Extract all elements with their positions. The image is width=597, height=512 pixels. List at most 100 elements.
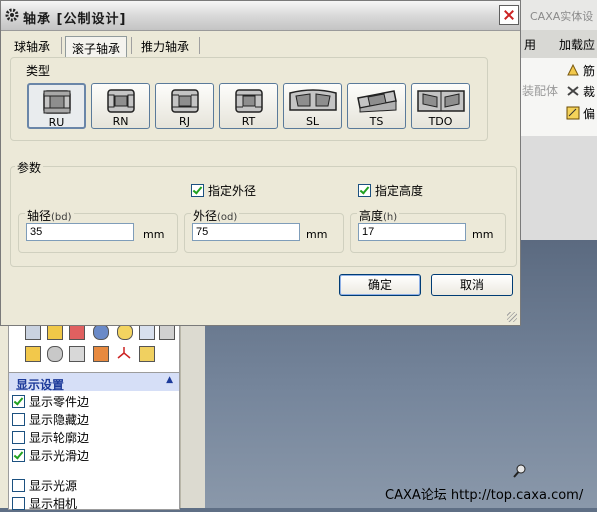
menu-item-load-app[interactable]: 加载应: [559, 36, 595, 53]
axes-icon[interactable]: [117, 346, 131, 360]
ok-button[interactable]: 确定: [339, 274, 421, 296]
color-icon[interactable]: [69, 324, 85, 340]
ribbon-rib-label: 筋: [583, 64, 596, 78]
dialog-title: 轴承 [公制设计]: [23, 12, 127, 27]
option-checkbox[interactable]: [12, 395, 25, 408]
params-group-label: 参数: [15, 159, 44, 176]
checkbox[interactable]: [358, 184, 371, 197]
option-show-silhouette-edges[interactable]: 显示轮廓边: [12, 429, 89, 445]
display-settings-panel: 显示设置 ▲ 显示零件边 显示隐藏边 显示轮廓边 显示光滑边 显示光源 显示相机: [8, 372, 180, 511]
type-ru-button[interactable]: RU: [27, 83, 86, 129]
cancel-button[interactable]: 取消: [431, 274, 513, 296]
checkbox[interactable]: [191, 184, 204, 197]
option-checkbox[interactable]: [12, 449, 25, 462]
option-show-camera[interactable]: 显示相机: [12, 495, 77, 511]
light-icon[interactable]: [117, 324, 133, 340]
forum-watermark: CAXA论坛 http://top.caxa.com/: [385, 488, 584, 503]
link-icon[interactable]: [47, 346, 63, 362]
type-label: RJ: [179, 115, 190, 128]
ribbon-trim-button[interactable]: 裁: [566, 83, 595, 100]
tree-icon[interactable]: [93, 346, 109, 362]
resize-grip[interactable]: [507, 312, 517, 322]
option-checkbox[interactable]: [12, 413, 25, 426]
specify-outer-checkbox[interactable]: 指定外径: [191, 182, 256, 199]
offset-icon: [566, 106, 580, 120]
bore-tag: (bd): [51, 212, 72, 223]
box-icon[interactable]: [25, 346, 41, 362]
option-show-hidden-edges[interactable]: 显示隐藏边: [12, 411, 89, 427]
option-label: 显示光源: [29, 479, 78, 493]
app-menu-bar: 用 加载应: [512, 30, 597, 58]
type-label: RN: [112, 115, 129, 128]
height-tag: (h): [383, 212, 398, 223]
outer-label-text: 外径: [193, 209, 218, 223]
list-icon[interactable]: [25, 324, 41, 340]
option-label: 显示零件边: [29, 395, 90, 409]
option-show-smooth-edges[interactable]: 显示光滑边: [12, 447, 89, 463]
bearing-ru-icon: [42, 90, 71, 114]
type-sl-button[interactable]: SL: [283, 83, 342, 129]
bore-unit: mm: [143, 228, 165, 241]
part-icon[interactable]: [47, 324, 63, 340]
checkbox-label: 指定外径: [208, 184, 257, 198]
type-label: RU: [48, 116, 65, 129]
sphere-icon[interactable]: [93, 324, 109, 340]
table-icon[interactable]: [69, 346, 85, 362]
option-checkbox[interactable]: [12, 479, 25, 492]
ribbon-offset-button[interactable]: 偏: [566, 105, 595, 122]
ribbon-offset-label: 偏: [583, 107, 596, 121]
tab-ball-bearing[interactable]: 球轴承: [8, 35, 56, 55]
type-ts-button[interactable]: TS: [347, 83, 406, 129]
bore-diameter-input[interactable]: [26, 223, 134, 241]
bearing-rn-icon: [106, 89, 135, 113]
view-icon[interactable]: [139, 324, 155, 340]
display-settings-header[interactable]: 显示设置 ▲: [9, 373, 179, 392]
type-label: TDO: [428, 115, 453, 128]
option-label: 显示相机: [29, 497, 78, 511]
outer-tag: (od): [217, 212, 238, 223]
type-rt-button[interactable]: RT: [219, 83, 278, 129]
type-label: SL: [305, 115, 320, 128]
bore-label: 轴径(bd): [25, 207, 74, 224]
option-checkbox[interactable]: [12, 497, 25, 510]
option-show-part-edges[interactable]: 显示零件边: [12, 393, 89, 409]
ribbon-rib-button[interactable]: 筋: [566, 62, 595, 79]
collapse-icon[interactable]: ▲: [166, 375, 173, 385]
grid-icon[interactable]: [159, 324, 175, 340]
ribbon-trim-label: 裁: [583, 85, 596, 99]
outer-diameter-input[interactable]: [192, 223, 300, 241]
option-label: 显示隐藏边: [29, 413, 90, 427]
ribbon-assembly-label: 装配体: [522, 84, 559, 98]
option-show-light[interactable]: 显示光源: [12, 477, 77, 493]
option-label: 显示光滑边: [29, 449, 90, 463]
type-rj-button[interactable]: RJ: [155, 83, 214, 129]
tab-roller-bearing[interactable]: 滚子轴承: [65, 36, 128, 58]
bearing-rj-icon: [170, 89, 199, 113]
panel-splitter[interactable]: [180, 320, 205, 508]
tab-thrust-bearing[interactable]: 推力轴承: [135, 35, 195, 55]
option-label: 显示轮廓边: [29, 431, 90, 445]
bore-label-text: 轴径: [27, 209, 52, 223]
height-label-text: 高度: [359, 209, 384, 223]
tab-separator: [131, 37, 132, 54]
outer-unit: mm: [306, 228, 328, 241]
type-group-label: 类型: [24, 62, 53, 79]
bearing-tdo-icon: [416, 90, 465, 112]
display-settings-title: 显示设置: [16, 378, 65, 392]
outer-label: 外径(od): [191, 207, 240, 224]
height-label: 高度(h): [357, 207, 400, 224]
menu-item-fragment[interactable]: 用: [524, 36, 536, 53]
app-empty-area: [512, 136, 597, 240]
tab-separator: [61, 37, 62, 54]
type-label: RT: [241, 115, 256, 128]
specify-height-checkbox[interactable]: 指定高度: [358, 182, 423, 199]
option-checkbox[interactable]: [12, 431, 25, 444]
type-tdo-button[interactable]: TDO: [411, 83, 470, 129]
app-ribbon: 装配体 筋 裁 偏: [512, 58, 597, 137]
block-icon[interactable]: [139, 346, 155, 362]
close-button[interactable]: [499, 5, 519, 25]
dialog-title-bar[interactable]: 轴承 [公制设计]: [1, 1, 520, 31]
height-input[interactable]: [358, 223, 466, 241]
checkbox-label: 指定高度: [375, 184, 424, 198]
type-rn-button[interactable]: RN: [91, 83, 150, 129]
